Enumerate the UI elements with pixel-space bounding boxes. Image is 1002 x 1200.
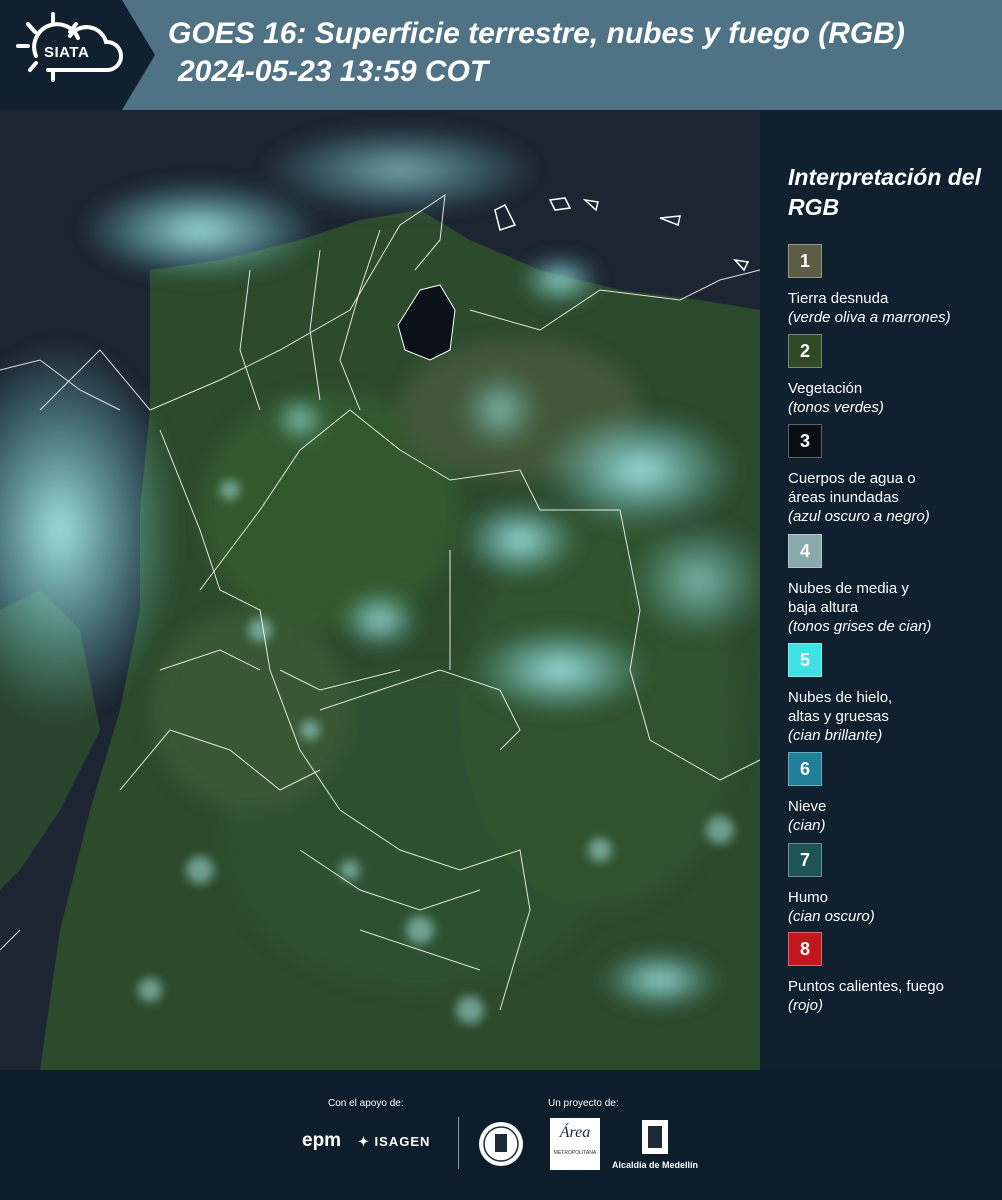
legend-desc: (verde oliva a marrones) <box>788 309 951 326</box>
legend-label: Nubes de hielo, altas y gruesas <box>788 689 893 725</box>
legend-desc: (cian brillante) <box>788 727 883 744</box>
header: SIATA GOES 16: Superficie terrestre, nub… <box>0 0 1002 110</box>
support-label: Con el apoyo de: <box>328 1098 404 1109</box>
legend-label: Tierra desnuda <box>788 290 889 307</box>
legend-label: Cuerpos de agua o áreas inundadas <box>788 470 916 506</box>
legend-swatch: 4 <box>788 534 822 568</box>
legend-label: Humo <box>788 889 829 906</box>
legend-desc: (tonos grises de cian) <box>788 618 932 635</box>
legend-item-snow: 6 Nieve (cian) <box>788 752 998 835</box>
medellin-seal-icon[interactable] <box>477 1120 525 1168</box>
footer-divider <box>458 1117 459 1169</box>
legend-swatch: 6 <box>788 752 822 786</box>
satellite-rgb-image <box>0 110 760 1070</box>
legend-item-low-clouds: 4 Nubes de media y baja altura (tonos gr… <box>788 534 998 636</box>
alcaldia-logo[interactable]: Alcaldía de Medellín <box>612 1160 698 1170</box>
legend-label: Nubes de media y baja altura <box>788 580 909 616</box>
legend-desc: (tonos verdes) <box>788 399 884 416</box>
siata-logo[interactable]: SIATA <box>0 0 155 110</box>
legend-item-smoke: 7 Humo (cian oscuro) <box>788 843 998 926</box>
timestamp: 2024-05-23 13:59 COT <box>178 55 489 88</box>
legend-panel: Interpretación del RGB 1 Tierra desnuda … <box>760 110 1002 1070</box>
satellite-map[interactable] <box>0 110 760 1070</box>
legend-label: Nieve <box>788 798 827 815</box>
legend-desc: (cian oscuro) <box>788 908 875 925</box>
alcaldia-shield-icon <box>642 1120 668 1154</box>
logo-label: SIATA <box>44 44 90 61</box>
legend-swatch: 7 <box>788 843 822 877</box>
legend-swatch: 3 <box>788 424 822 458</box>
area-logo-text: Área <box>559 1124 591 1141</box>
legend-title: Interpretación del RGB <box>788 164 981 220</box>
epm-logo[interactable]: epm <box>302 1130 341 1152</box>
legend-swatch: 5 <box>788 643 822 677</box>
legend-label: Vegetación <box>788 380 863 397</box>
page-title: GOES 16: Superficie terrestre, nubes y f… <box>168 17 905 50</box>
legend-swatch: 1 <box>788 244 822 278</box>
isagen-logo-text: ISAGEN <box>374 1134 431 1149</box>
legend-desc: (rojo) <box>788 997 824 1014</box>
legend-swatch: 2 <box>788 334 822 368</box>
footer: Con el apoyo de: Un proyecto de: epm ✦ I… <box>0 1070 1002 1200</box>
area-metropolitana-logo[interactable]: Área METROPOLITANA <box>550 1118 600 1170</box>
area-logo-sub: METROPOLITANA <box>553 1150 597 1156</box>
isagen-icon: ✦ <box>358 1134 370 1149</box>
project-label: Un proyecto de: <box>548 1098 619 1109</box>
legend-desc: (azul oscuro a negro) <box>788 508 930 525</box>
legend-item-water: 3 Cuerpos de agua o áreas inundadas (azu… <box>788 424 998 526</box>
legend-swatch: 8 <box>788 932 822 966</box>
legend-item-fire: 8 Puntos calientes, fuego (rojo) <box>788 932 998 1015</box>
legend-item-bare-soil: 1 Tierra desnuda (verde oliva a marrones… <box>788 244 998 327</box>
epm-logo-text: epm <box>302 1130 342 1151</box>
legend-item-vegetation: 2 Vegetación (tonos verdes) <box>788 334 998 417</box>
isagen-logo[interactable]: ✦ ISAGEN <box>358 1134 430 1150</box>
legend-item-ice-clouds: 5 Nubes de hielo, altas y gruesas (cian … <box>788 643 998 745</box>
legend-desc: (cian) <box>788 817 826 834</box>
legend-label: Puntos calientes, fuego <box>788 978 944 995</box>
